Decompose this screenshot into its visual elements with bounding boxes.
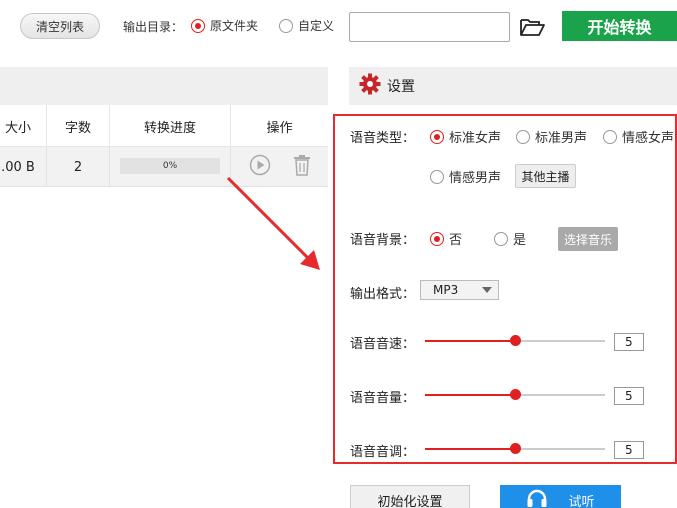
slider-knob[interactable] <box>510 443 521 454</box>
output-path-input[interactable] <box>349 12 510 42</box>
open-folder-icon[interactable] <box>519 16 545 38</box>
clear-list-button[interactable]: 清空列表 <box>20 13 100 39</box>
slider-fill <box>425 448 515 450</box>
listen-button[interactable]: 试听 <box>500 485 621 508</box>
background-yes-option[interactable]: 是 <box>494 229 526 248</box>
radio-checked-icon <box>430 129 444 144</box>
speed-label: 语音音速： <box>350 337 416 352</box>
voice-option-label: 情感女声 <box>622 131 675 146</box>
voice-option-label: 情感男声 <box>449 171 502 186</box>
progress-bar: 0% <box>120 158 220 174</box>
background-no-label: 否 <box>449 233 463 248</box>
voice-type-label: 语音类型： <box>350 131 416 146</box>
listen-label: 试听 <box>568 494 595 508</box>
radio-unchecked-icon <box>494 231 508 246</box>
header-progress: 转换进度 <box>110 105 231 147</box>
cell-size: .00 B <box>0 147 47 187</box>
settings-header: 设置 <box>349 67 677 105</box>
other-anchor-button[interactable]: 其他主播 <box>515 164 576 188</box>
table-header: 大小 字数 转换进度 操作 <box>0 105 328 147</box>
slider-knob[interactable] <box>510 335 521 346</box>
radio-unchecked-icon <box>603 129 617 144</box>
option-original-label: 原文件夹 <box>210 19 259 33</box>
table-toolbar <box>0 67 328 105</box>
background-yes-label: 是 <box>513 233 527 248</box>
cell-word-count: 2 <box>47 147 110 187</box>
voice-standard-male-option[interactable]: 标准男声 <box>516 127 587 146</box>
settings-title: 设置 <box>387 79 415 95</box>
radio-unchecked-icon <box>430 169 444 184</box>
speed-value-input[interactable]: 5 <box>614 333 644 351</box>
slider-fill <box>425 340 515 342</box>
headphones-icon <box>526 488 548 508</box>
volume-value-input[interactable]: 5 <box>614 387 644 405</box>
format-value: MP3 <box>433 283 459 297</box>
gear-icon <box>359 73 381 99</box>
header-word-count: 字数 <box>47 105 110 147</box>
volume-label: 语音音量： <box>350 391 416 406</box>
background-no-option[interactable]: 否 <box>430 229 462 248</box>
reset-settings-button[interactable]: 初始化设置 <box>350 485 470 508</box>
option-custom-label: 自定义 <box>298 19 335 33</box>
slider-knob[interactable] <box>510 389 521 400</box>
volume-slider[interactable] <box>425 389 605 400</box>
start-convert-button[interactable]: 开始转换 <box>562 11 677 41</box>
pitch-slider[interactable] <box>425 443 605 454</box>
choose-music-button[interactable]: 选择音乐 <box>558 227 618 251</box>
output-custom-option[interactable]: 自定义 <box>279 17 334 34</box>
format-select[interactable]: MP3 <box>420 280 499 300</box>
output-dir-label: 输出目录： <box>123 20 184 34</box>
voice-standard-female-option[interactable]: 标准女声 <box>430 127 501 146</box>
format-label: 输出格式： <box>350 287 416 302</box>
voice-emotional-female-option[interactable]: 情感女声 <box>603 127 674 146</box>
speed-slider[interactable] <box>425 335 605 346</box>
slider-fill <box>425 394 515 396</box>
radio-unchecked-icon <box>516 129 530 144</box>
header-size: 大小 <box>0 105 47 147</box>
voice-emotional-male-option[interactable]: 情感男声 <box>430 167 501 186</box>
pitch-label: 语音音调： <box>350 445 416 460</box>
voice-option-label: 标准女声 <box>449 131 502 146</box>
output-original-folder-option[interactable]: 原文件夹 <box>191 17 258 34</box>
chevron-down-icon <box>482 287 492 293</box>
radio-checked-icon <box>191 18 205 33</box>
voice-option-label: 标准男声 <box>535 131 588 146</box>
background-label: 语音背景： <box>350 233 416 248</box>
header-actions: 操作 <box>266 120 293 136</box>
pitch-value-input[interactable]: 5 <box>614 441 644 459</box>
radio-checked-icon <box>430 231 444 246</box>
radio-unchecked-icon <box>279 18 293 33</box>
annotation-arrow <box>226 176 320 270</box>
